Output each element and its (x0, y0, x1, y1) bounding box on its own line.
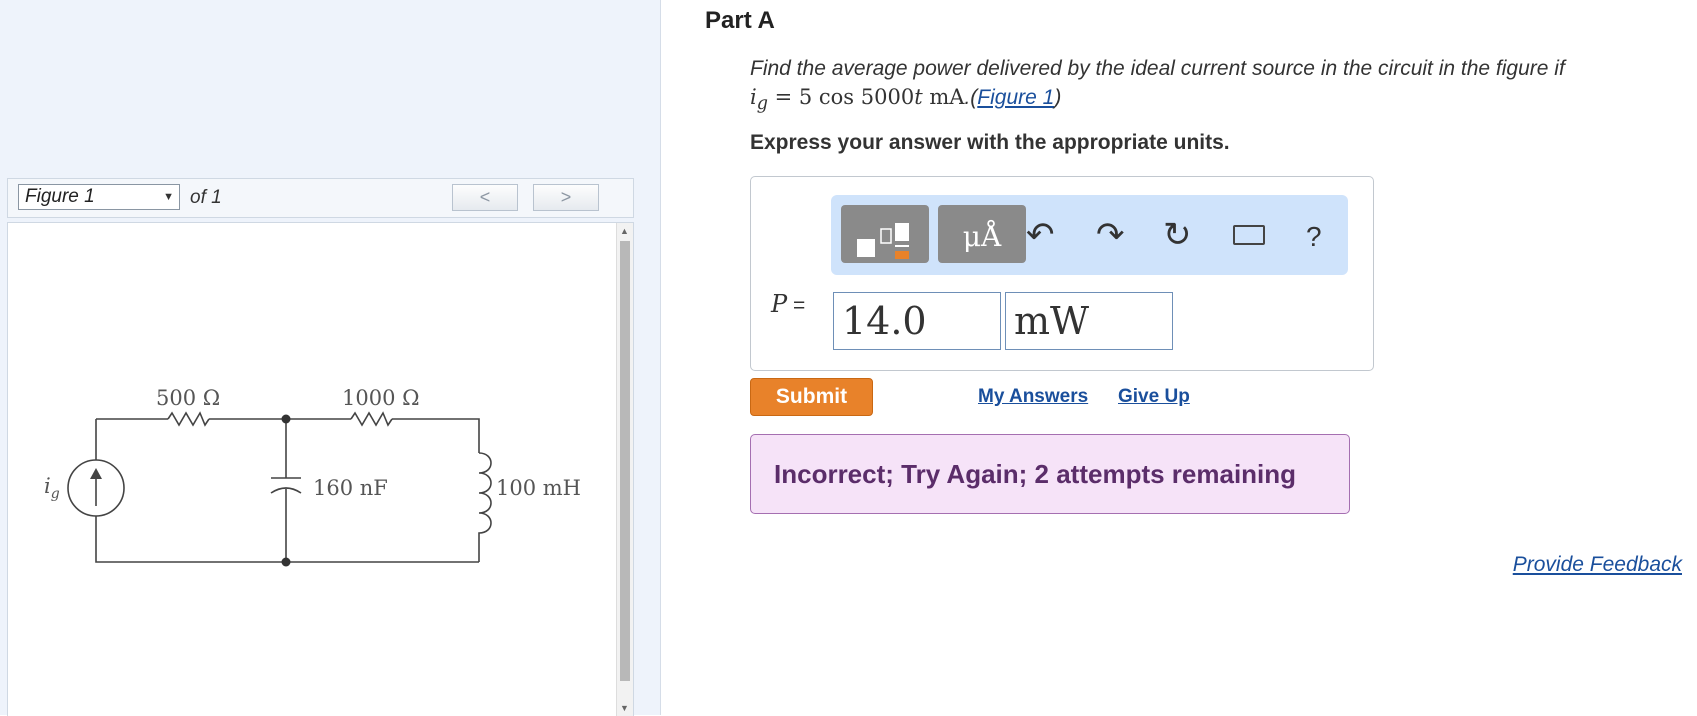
answer-box: μÅ ↶ ↷ ↻ ? P = 14.0 mW (750, 176, 1374, 371)
templates-icon (857, 223, 909, 259)
equation-toolbar: μÅ ↶ ↷ ↻ ? (831, 195, 1348, 275)
capacitor-label: 160 nF (313, 476, 388, 500)
scroll-down-icon[interactable]: ▼ (620, 703, 629, 713)
wire-top-right (392, 418, 480, 453)
answer-variable-label: P = (771, 290, 806, 318)
source-arrow-head (90, 468, 102, 479)
keyboard-icon[interactable] (1233, 225, 1265, 245)
figure-select-value: Figure 1 (25, 186, 95, 207)
circuit-diagram: 500 Ω 1000 Ω 160 nF 100 mH ig (44, 386, 581, 567)
units-instruction: Express your answer with the appropriate… (750, 131, 1230, 154)
inductor-label: 100 mH (496, 476, 581, 500)
my-answers-link[interactable]: My Answers (978, 386, 1088, 408)
figure-link[interactable]: Figure 1 (977, 86, 1054, 109)
reset-icon[interactable]: ↻ (1163, 215, 1192, 255)
question-math: ig = 5 cos 5000t mA (750, 85, 965, 115)
scroll-up-icon[interactable]: ▲ (620, 226, 629, 236)
node-bottom (281, 557, 291, 567)
scrollbar-thumb[interactable] (620, 241, 630, 681)
redo-icon[interactable]: ↷ (1096, 215, 1125, 255)
figure-panel: Figure 1 ▼ of 1 < > 500 Ω 1000 Ω 160 nF … (0, 0, 661, 716)
provide-feedback-link[interactable]: Provide Feedback (1513, 553, 1682, 577)
part-title: Part A (705, 7, 775, 34)
inductor-100mh (478, 452, 492, 562)
node-top (281, 414, 291, 424)
chevron-down-icon: ▼ (163, 191, 174, 203)
resistor-1000-label: 1000 Ω (342, 386, 420, 410)
answer-unit-input[interactable]: mW (1005, 292, 1173, 350)
resistor-1000 (350, 411, 393, 427)
undo-icon[interactable]: ↶ (1026, 215, 1055, 255)
figure-scrollbar[interactable]: ▲ ▼ (616, 223, 633, 716)
figure-count: of 1 (190, 187, 222, 208)
figure-select[interactable]: Figure 1 ▼ (18, 184, 180, 210)
templates-button[interactable] (841, 205, 929, 263)
resistor-500 (167, 411, 210, 427)
wire-bottom (95, 516, 479, 563)
question-text: Find the average power delivered by the … (750, 57, 1565, 115)
submit-button[interactable]: Submit (750, 378, 873, 416)
give-up-link[interactable]: Give Up (1118, 386, 1190, 408)
figure-viewer: 500 Ω 1000 Ω 160 nF 100 mH ig ▲ ▼ (7, 222, 634, 716)
next-figure-button[interactable]: > (533, 184, 599, 211)
help-button[interactable]: ? (1306, 217, 1322, 257)
resistor-500-label: 500 Ω (156, 386, 220, 410)
previous-figure-button[interactable]: < (452, 184, 518, 211)
answer-value-input[interactable]: 14.0 (833, 292, 1001, 350)
figure-toolbar: Figure 1 ▼ of 1 < > (7, 178, 634, 218)
source-label: ig (44, 474, 60, 502)
feedback-message: Incorrect; Try Again; 2 attempts remaini… (750, 434, 1350, 514)
units-button[interactable]: μÅ (938, 205, 1026, 263)
